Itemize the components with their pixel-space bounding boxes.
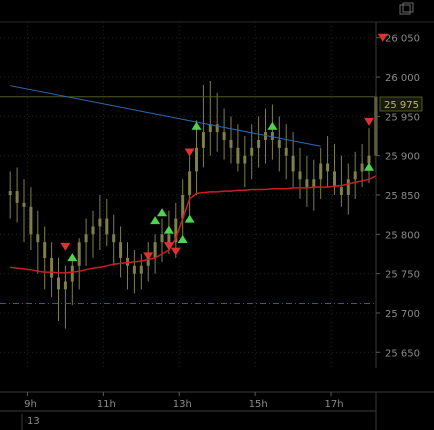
- candle-body: [353, 171, 357, 180]
- candle-body: [160, 234, 164, 243]
- candle-body: [63, 281, 67, 290]
- candle-body: [36, 234, 40, 243]
- candle-body: [8, 191, 12, 195]
- last-price-marker: 25 975: [379, 96, 423, 112]
- candle-body: [139, 265, 143, 274]
- price-tick-label: 26 050: [385, 34, 420, 45]
- candle-body: [188, 171, 192, 195]
- candle-body: [15, 191, 19, 203]
- candle-body: [22, 202, 26, 207]
- candle-body: [305, 179, 309, 188]
- candle-body: [119, 242, 123, 258]
- price-tick-label: 25 950: [385, 112, 420, 123]
- candle-body: [243, 155, 247, 164]
- candle-body: [360, 163, 364, 172]
- candle-body: [236, 147, 240, 164]
- candle-body: [70, 265, 74, 282]
- candle-body: [291, 155, 295, 172]
- candle-body: [43, 242, 47, 258]
- price-tick-label: 25 900: [385, 152, 420, 163]
- candle-body: [201, 132, 205, 148]
- candle-body: [250, 147, 254, 156]
- candle-body: [132, 265, 136, 274]
- candle-body: [298, 171, 302, 180]
- date-label: 13: [27, 416, 40, 427]
- chart-window: 26 050 26 000 25 950 25 900 25 850 25 800 25 7…: [0, 0, 434, 430]
- candle-body: [270, 132, 274, 140]
- chart-background: [0, 0, 434, 430]
- candle-body: [112, 234, 116, 243]
- time-tick-label: 15h: [249, 399, 268, 410]
- time-tick-label: 13h: [173, 399, 192, 410]
- price-tick-label: 25 800: [385, 230, 420, 241]
- price-tick-label: 25 700: [385, 309, 420, 320]
- candle-body: [91, 226, 95, 235]
- candle-body: [222, 132, 226, 140]
- candle-body: [167, 234, 171, 243]
- candle-body: [257, 139, 261, 148]
- candle-body: [339, 187, 343, 195]
- last-price-label: 25 975: [384, 100, 419, 111]
- candle-body: [277, 139, 281, 148]
- candle-body: [57, 277, 60, 290]
- price-tick-label: 25 750: [385, 270, 420, 281]
- candle-body: [105, 218, 109, 235]
- candle-body: [98, 218, 102, 227]
- time-tick-label: 11h: [97, 399, 116, 410]
- candle-body: [367, 155, 371, 164]
- candle-body: [229, 139, 233, 148]
- candle-body: [284, 147, 288, 156]
- candle-body: [29, 206, 33, 235]
- candle-body: [50, 257, 54, 278]
- time-tick-label: 9h: [24, 399, 37, 410]
- candle-body: [319, 163, 323, 180]
- candle-body: [326, 163, 330, 172]
- price-tick-label: 25 850: [385, 191, 420, 202]
- candle-body: [77, 242, 81, 266]
- candle-body: [333, 171, 336, 188]
- candle-body: [195, 147, 198, 172]
- price-tick-label: 25 650: [385, 348, 420, 359]
- candle-body: [84, 234, 88, 243]
- candle-body: [312, 179, 316, 188]
- candle-body: [346, 179, 350, 195]
- time-tick-label: 17h: [325, 399, 344, 410]
- candle-body: [153, 242, 157, 258]
- price-chart[interactable]: 26 050 26 000 25 950 25 900 25 850 25 800 25 7…: [0, 0, 434, 430]
- price-tick-label: 26 000: [385, 73, 420, 84]
